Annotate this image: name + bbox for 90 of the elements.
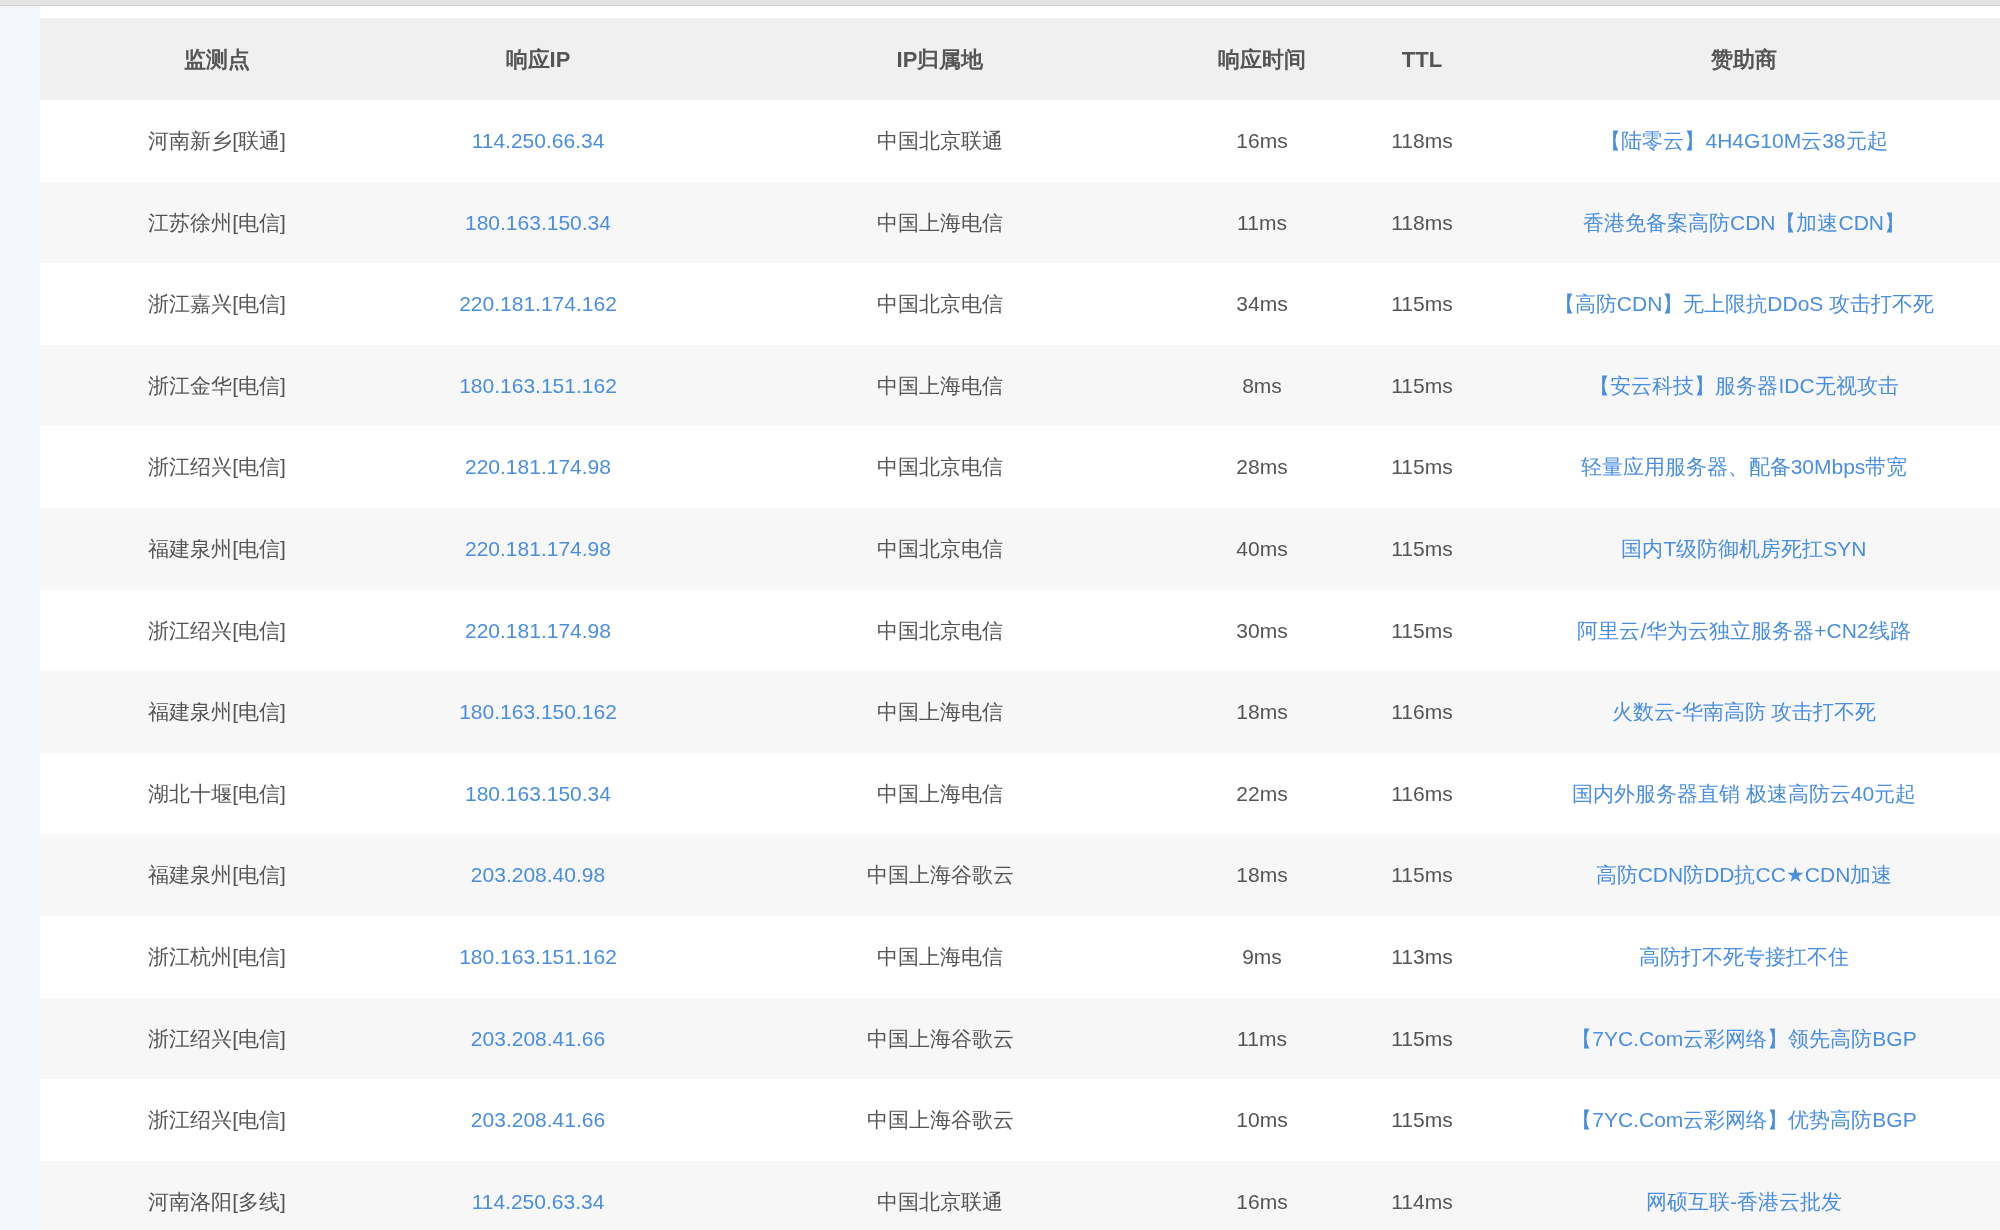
table-cell-text: 115ms (1391, 454, 1453, 481)
sponsor-link[interactable]: 【陆零云】4H4G10M云38元起 (1600, 125, 1888, 157)
column-header: 响应时间 (1218, 45, 1306, 74)
sponsor-link[interactable]: 【安云科技】服务器IDC无视攻击 (1589, 369, 1899, 402)
table-cell-text: 16ms (1236, 1188, 1288, 1215)
table-cell-text: 30ms (1236, 617, 1288, 644)
column-header: IP归属地 (896, 45, 984, 74)
sponsor-link[interactable]: 【7YC.Com云彩网络】领先高防BGP (1571, 1022, 1917, 1055)
table-cell-text: 118ms (1391, 209, 1453, 236)
table-cell-text: 114ms (1391, 1188, 1453, 1215)
sponsor-link[interactable]: 火数云-华南高防 攻击打不死 (1611, 696, 1877, 728)
column-header: TTL (1401, 45, 1443, 74)
table-cell-text: 浙江杭州[电信] (148, 944, 286, 970)
table-cell-text: 中国北京电信 (877, 617, 1003, 644)
table-cell-text: 浙江金华[电信] (148, 372, 286, 399)
sponsor-link[interactable]: 高防CDN防DD抗CC★CDN加速 (1595, 859, 1893, 891)
table-cell-text: 40ms (1236, 536, 1288, 562)
table-cell-text: 22ms (1236, 780, 1288, 807)
ip-link[interactable]: 180.163.150.34 (465, 206, 611, 239)
table-cell-text: 浙江绍兴[电信] (148, 1107, 286, 1134)
table-cell-text: 116ms (1391, 780, 1453, 807)
table-cell-text: 115ms (1391, 372, 1453, 399)
table-cell-text: 11ms (1237, 209, 1287, 236)
ip-link[interactable]: 220.181.174.162 (459, 288, 617, 320)
ip-link[interactable]: 180.163.151.162 (459, 941, 617, 973)
ip-link[interactable]: 203.208.41.66 (470, 1022, 606, 1055)
table-cell-text: 113ms (1391, 944, 1453, 970)
sponsor-link[interactable]: 轻量应用服务器、配备30Mbps带宽 (1580, 451, 1908, 483)
table-cell-text: 中国上海谷歌云 (866, 862, 1014, 889)
table-cell-text: 福建泉州[电信] (148, 699, 286, 726)
table-cell-text: 中国上海电信 (877, 780, 1003, 807)
table-cell-text: 28ms (1236, 454, 1288, 481)
table-cell-text: 中国北京联通 (877, 1188, 1003, 1215)
table-cell-text: 16ms (1236, 128, 1288, 155)
ip-link[interactable]: 203.208.40.98 (470, 859, 606, 891)
table-cell-text: 18ms (1236, 862, 1288, 889)
sponsor-link[interactable]: 高防打不死专接扛不住 (1639, 941, 1849, 973)
table-cell-text: 118ms (1391, 128, 1453, 155)
table-cell-text: 中国北京电信 (877, 536, 1003, 562)
table-cell-text: 115ms (1391, 291, 1453, 318)
table-cell-text: 中国上海电信 (877, 944, 1003, 970)
table-cell-text: 浙江绍兴[电信] (148, 1025, 286, 1052)
ip-link[interactable]: 203.208.41.66 (470, 1104, 606, 1136)
sponsor-link[interactable]: 国内外服务器直销 极速高防云40元起 (1571, 777, 1917, 810)
table-cell-text: 115ms (1391, 862, 1453, 889)
sponsor-link[interactable]: 【7YC.Com云彩网络】优势高防BGP (1571, 1104, 1917, 1136)
table-cell-text: 中国北京电信 (877, 291, 1003, 318)
column-header: 响应IP (505, 45, 571, 74)
table-cell-text: 115ms (1391, 1107, 1453, 1134)
table-cell-text: 115ms (1391, 1025, 1453, 1052)
ip-link[interactable]: 220.181.174.98 (465, 533, 611, 565)
sponsor-link[interactable]: 香港免备案高防CDN【加速CDN】 (1583, 206, 1905, 239)
table-cell-text: 福建泉州[电信] (148, 536, 286, 562)
table-cell-text: 中国上海谷歌云 (866, 1107, 1014, 1134)
ip-link[interactable]: 114.250.63.34 (471, 1185, 605, 1218)
table-cell-text: 34ms (1236, 291, 1288, 318)
table-cell-text: 中国上海电信 (877, 209, 1003, 236)
column-header: 监测点 (184, 45, 250, 74)
table-cell-text: 中国上海电信 (877, 372, 1003, 399)
sponsor-link[interactable]: 网硕互联-香港云批发 (1646, 1185, 1842, 1218)
table-cell-text: 浙江绍兴[电信] (148, 617, 286, 644)
ip-link[interactable]: 180.163.151.162 (459, 369, 617, 402)
table-cell-text: 115ms (1391, 617, 1453, 644)
ip-link[interactable]: 114.250.66.34 (471, 125, 605, 157)
table-cell-text: 中国上海电信 (877, 699, 1003, 726)
ip-link[interactable]: 180.163.150.162 (459, 696, 617, 728)
table-cell-text: 18ms (1236, 699, 1288, 726)
sponsor-link[interactable]: 国内T级防御机房死扛SYN (1621, 533, 1867, 565)
table-cell-text: 浙江绍兴[电信] (148, 454, 286, 481)
table-cell-text: 中国北京电信 (877, 454, 1003, 481)
table-cell-text: 中国上海谷歌云 (866, 1025, 1014, 1052)
sponsor-link[interactable]: 阿里云/华为云独立服务器+CN2线路 (1577, 614, 1911, 647)
table-cell-text: 11ms (1237, 1025, 1287, 1052)
table-cell-text: 8ms (1242, 372, 1282, 399)
table-cell-text: 116ms (1391, 699, 1453, 726)
table-cell-text: 江苏徐州[电信] (148, 209, 286, 236)
sponsor-link[interactable]: 【高防CDN】无上限抗DDoS 攻击打不死 (1553, 288, 1935, 320)
table-cell-text: 河南新乡[联通] (148, 128, 286, 155)
table-cell-text: 湖北十堰[电信] (148, 780, 286, 807)
table-cell-text: 福建泉州[电信] (148, 862, 286, 889)
ip-link[interactable]: 220.181.174.98 (465, 451, 611, 483)
table-cell-text: 115ms (1391, 536, 1453, 562)
ip-link[interactable]: 180.163.150.34 (465, 777, 611, 810)
ip-link[interactable]: 220.181.174.98 (465, 614, 611, 647)
table-cell-text: 浙江嘉兴[电信] (148, 291, 286, 318)
table-cell-text: 9ms (1242, 944, 1282, 970)
table-cell-text: 中国北京联通 (877, 128, 1003, 155)
column-header: 赞助商 (1711, 45, 1777, 74)
table-cell-text: 10ms (1236, 1107, 1288, 1134)
table-cell-text: 河南洛阳[多线] (148, 1188, 286, 1215)
